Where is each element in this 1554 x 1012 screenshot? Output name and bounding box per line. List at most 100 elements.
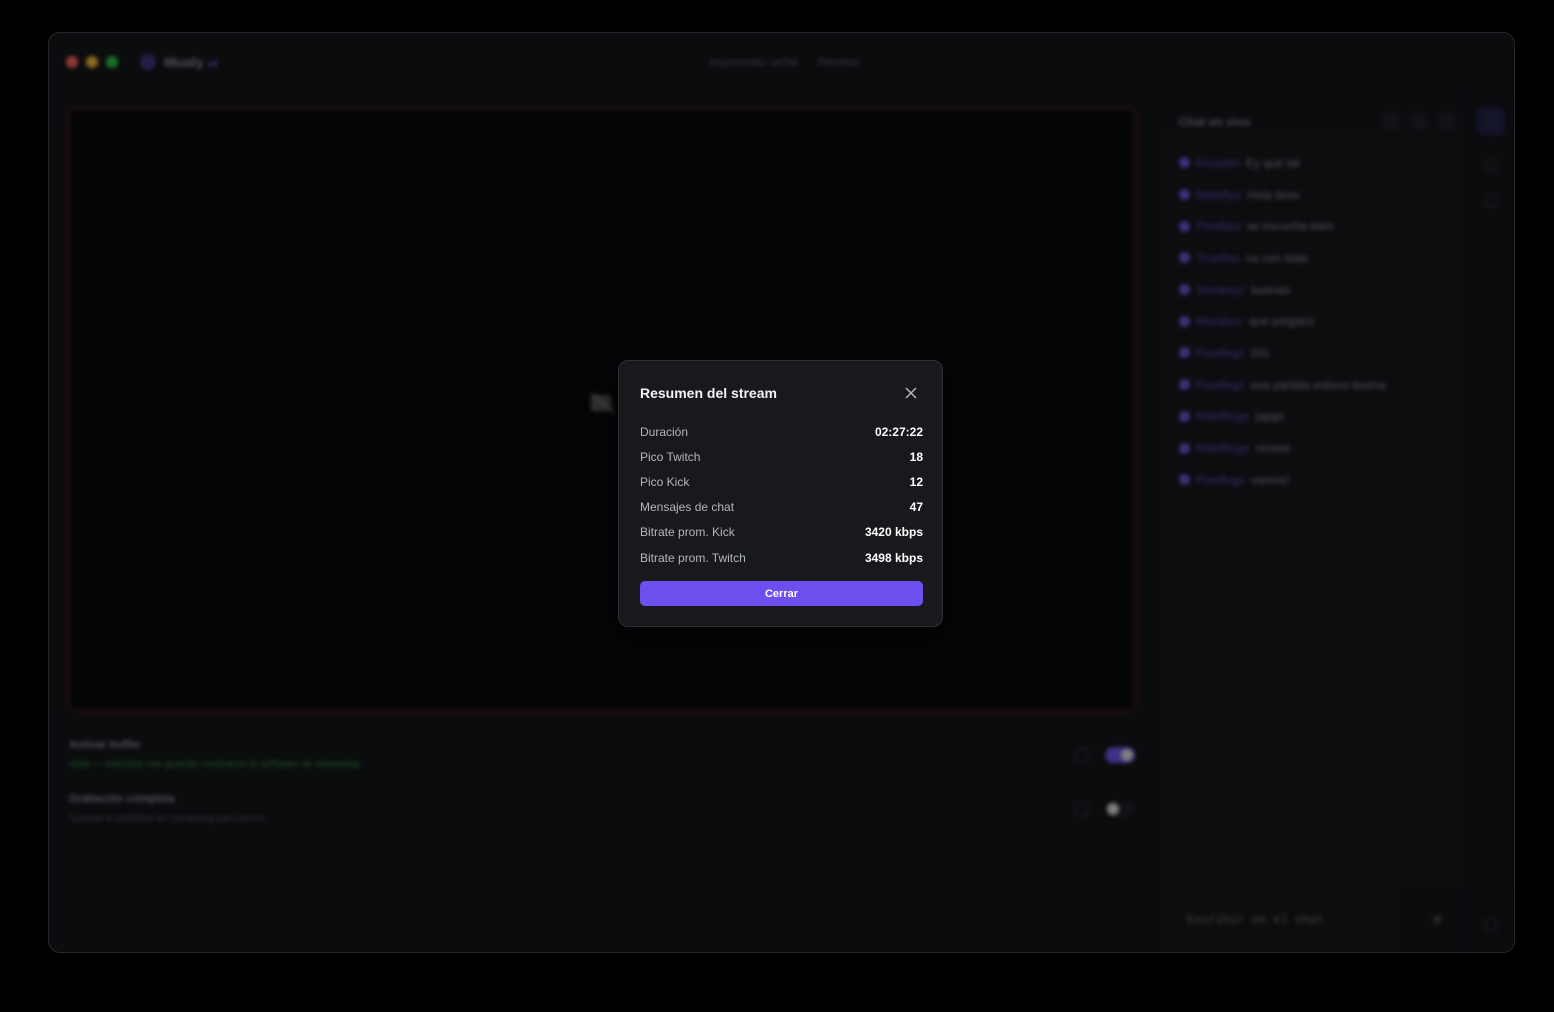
connection-status: esperando señal Reintan — [709, 55, 859, 69]
rail-chat-button[interactable] — [1477, 107, 1505, 135]
toggle-knob — [1121, 749, 1133, 761]
status-text: esperando señal — [709, 55, 798, 69]
app-name: Mualy — [164, 54, 204, 70]
brand: Mualy v4 — [140, 54, 218, 70]
chat-text: vamos! — [1250, 472, 1290, 487]
dialog-title: Resumen del stream — [640, 385, 777, 401]
stat-duration: Duración 02:27:22 — [640, 419, 923, 444]
user-avatar — [1179, 442, 1190, 454]
chat-username[interactable]: Pixelfegs — [1196, 346, 1245, 360]
popout-icon[interactable] — [1439, 113, 1455, 129]
chat-message: Pixelbzz se escucha bien — [1179, 210, 1457, 242]
minimize-window-button[interactable] — [86, 56, 98, 68]
chat-message: Truefino va con toda — [1179, 242, 1457, 274]
stream-summary-dialog: Resumen del stream Duración 02:27:22 Pic… — [618, 360, 943, 627]
record-setting: Grabación completa Guarda la totalidad d… — [69, 793, 1135, 833]
chat-username[interactable]: Pixelbzz — [1196, 219, 1241, 233]
chat-message: Mandurz qué juegazo — [1179, 305, 1457, 337]
app-logo-icon — [140, 54, 156, 70]
chat-username[interactable]: Kloudeh — [1196, 156, 1240, 170]
stat-value: 3498 kbps — [864, 550, 923, 565]
user-avatar — [1179, 347, 1190, 359]
app-badge: v4 — [207, 59, 218, 69]
user-avatar — [1179, 284, 1190, 296]
chat-message: Kloudeh Ey qué tal — [1179, 147, 1457, 179]
chat-text: jajaja — [1255, 409, 1284, 424]
close-dialog-button[interactable]: Cerrar — [640, 581, 923, 606]
rail-send-button[interactable] — [1477, 151, 1505, 179]
user-avatar — [1179, 315, 1190, 327]
buffer-description: Hola — mientras vas guardar mostraron tu… — [69, 759, 360, 770]
user-avatar — [1179, 379, 1190, 391]
stat-label: Pico Kick — [640, 474, 690, 489]
stat-chat-messages: Mensajes de chat 47 — [640, 495, 923, 520]
chat-message: Pixelfegs esa partida estuvo buena — [1179, 369, 1457, 401]
record-toggle[interactable] — [1105, 801, 1135, 817]
paper-plane-icon — [1485, 159, 1497, 171]
chat-username[interactable]: Pixelfugs — [1196, 473, 1245, 487]
stat-value: 12 — [909, 474, 923, 489]
stat-value: 47 — [909, 500, 923, 515]
record-description: Guarda la totalidad de streaming para pr… — [69, 813, 265, 824]
stat-value: 02:27:22 — [874, 424, 923, 439]
buffer-label: Activar buffer — [69, 739, 141, 751]
stat-peak-twitch: Pico Twitch 18 — [640, 444, 923, 469]
chat-username[interactable]: Smokeyz — [1196, 283, 1245, 297]
chat-text: buenas — [1251, 282, 1291, 297]
window-controls — [66, 56, 118, 68]
user-avatar — [1179, 410, 1190, 422]
folder-icon[interactable] — [1075, 802, 1089, 816]
stat-label: Bitrate prom. Kick — [640, 525, 735, 540]
chat-input[interactable] — [1177, 905, 1447, 935]
close-icon[interactable] — [903, 385, 919, 401]
stat-label: Duración — [640, 424, 689, 439]
chat-text: GG — [1250, 345, 1270, 360]
retry-link[interactable]: Reintan — [818, 55, 859, 69]
stat-label: Bitrate prom. Twitch — [640, 550, 746, 565]
chat-message: Pixelfugs vamos! — [1179, 464, 1457, 496]
title-bar: Mualy v4 esperando señal Reintan — [49, 33, 1514, 91]
stats-list: Duración 02:27:22 Pico Twitch 18 Pico Ki… — [640, 419, 923, 570]
rail-stats-button[interactable] — [1477, 187, 1505, 215]
user-avatar — [1179, 252, 1190, 264]
chat-message-list: Kloudeh Ey qué tal NateByz Hola broo Pixelbz… — [1179, 147, 1457, 496]
user-avatar — [1179, 220, 1190, 232]
stat-label: Pico Twitch — [640, 449, 701, 464]
folder-icon[interactable] — [1075, 748, 1089, 762]
close-window-button[interactable] — [66, 56, 78, 68]
stat-label: Mensajes de chat — [640, 500, 735, 515]
chat-username[interactable]: NateRugs — [1196, 441, 1249, 455]
buffer-toggle[interactable] — [1105, 747, 1135, 763]
chat-message: Smokeyz buenas — [1179, 274, 1457, 306]
chat-text: qué juegazo — [1248, 314, 1315, 329]
chat-panel: Chat en vivo Kloudeh Ey qué tal NateByz Hol… — [1157, 91, 1467, 952]
stat-bitrate-twitch: Bitrate prom. Twitch 3498 kbps — [640, 545, 923, 570]
settings-icon[interactable] — [1411, 113, 1427, 129]
stat-bitrate-kick: Bitrate prom. Kick 3420 kbps — [640, 520, 923, 545]
chat-text: esa partida estuvo buena — [1250, 377, 1386, 392]
user-avatar — [1179, 474, 1190, 486]
chat-username[interactable]: Truefino — [1196, 251, 1240, 265]
rail-settings-button[interactable] — [1477, 911, 1505, 939]
chart-icon — [1485, 195, 1497, 207]
buffer-setting: Activar buffer Hola — mientras vas guard… — [69, 739, 1135, 779]
chat-username[interactable]: Pixelfegs — [1196, 378, 1245, 392]
user-avatar — [1179, 189, 1190, 201]
send-icon[interactable] — [1429, 913, 1443, 927]
chat-message: Pixelfegs GG — [1179, 337, 1457, 369]
maximize-window-button[interactable] — [106, 56, 118, 68]
no-video-icon — [591, 393, 615, 413]
user-avatar — [1179, 157, 1190, 169]
chat-username[interactable]: Mandurz — [1196, 314, 1243, 328]
stat-value: 18 — [909, 449, 923, 464]
filter-icon[interactable] — [1383, 113, 1399, 129]
chat-username[interactable]: NateByz — [1196, 188, 1241, 202]
record-label: Grabación completa — [69, 793, 175, 805]
chat-username[interactable]: NateRugs — [1196, 409, 1249, 423]
chat-toolbar — [1383, 113, 1455, 129]
chat-text: niceee — [1255, 441, 1291, 456]
chat-message: NateByz Hola broo — [1179, 179, 1457, 211]
side-rail — [1469, 91, 1514, 952]
chat-icon — [1485, 115, 1497, 127]
chat-message: NateRugs niceee — [1179, 432, 1457, 464]
